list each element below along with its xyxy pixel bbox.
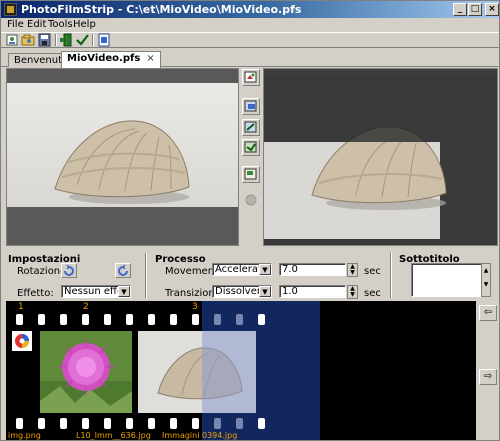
import-pictures-icon[interactable] [59, 33, 74, 47]
effect-select[interactable]: Nessun effetto ▼ [61, 285, 131, 298]
thumbnail-shell[interactable] [138, 331, 256, 413]
sprocket-hole [236, 314, 243, 325]
subtitle-scrollbar[interactable]: ▲ ▼ [481, 263, 491, 297]
copy-start-button[interactable] [242, 119, 260, 136]
preview-transition-button[interactable] [242, 69, 260, 86]
window-title: PhotoFilmStrip - C:\et\MioVideo\MioVideo… [21, 3, 302, 16]
transition-duration-input[interactable]: 1.0 [279, 285, 346, 298]
process-title: Processo [155, 254, 206, 265]
thumbnail-filename: img.png [8, 431, 41, 440]
sprocket-hole [170, 418, 177, 429]
sprocket-hole [38, 314, 45, 325]
section-divider [390, 253, 392, 298]
shell-image [47, 107, 197, 207]
sprocket-hole [214, 418, 221, 429]
effect-label: Effetto: [17, 288, 54, 299]
end-preview-pane[interactable] [263, 68, 498, 246]
render-film-icon[interactable] [97, 33, 112, 47]
start-preview-pane[interactable] [6, 68, 239, 246]
title-bar[interactable]: PhotoFilmStrip - C:\et\MioVideo\MioVideo… [1, 1, 499, 18]
movement-unit: sec [364, 266, 381, 277]
save-project-icon[interactable] [37, 33, 52, 47]
chevron-down-icon[interactable]: ▼ [118, 286, 130, 297]
swap-button[interactable] [242, 139, 260, 156]
lock-icon [242, 191, 260, 208]
tab-project-label: MioVideo.pfs [67, 53, 141, 64]
movement-select[interactable]: Accelerated ▼ [212, 263, 272, 276]
menu-file[interactable]: File [7, 18, 24, 31]
sprocket-hole [104, 314, 111, 325]
maximize-button[interactable]: □ [468, 3, 482, 16]
sprocket-hole [214, 314, 221, 325]
set-start-button[interactable] [242, 98, 260, 115]
toolbar-separator [55, 34, 57, 46]
chevron-down-icon[interactable]: ▼ [259, 286, 271, 297]
menu-bar: File Edit Tools Help [1, 18, 499, 31]
rotate-right-icon [118, 264, 128, 276]
sprocket-hole [60, 314, 67, 325]
open-project-icon[interactable] [21, 33, 36, 47]
sprocket-hole [126, 314, 133, 325]
transition-duration-value: 1.0 [282, 286, 298, 297]
rotate-left-button[interactable] [61, 263, 77, 278]
sprocket-hole [16, 314, 23, 325]
movement-duration-input[interactable]: 7.0 [279, 263, 346, 276]
sprocket-hole [104, 418, 111, 429]
tab-bar: Benvenuto MioVideo.pfs × [1, 51, 499, 68]
close-button[interactable]: × [485, 3, 499, 16]
thumbnail-filename: L10_Imm__636.jpg [76, 431, 151, 440]
render-check-icon[interactable] [75, 33, 90, 47]
frame-number: 1 [18, 302, 24, 312]
main-window: PhotoFilmStrip - C:\et\MioVideo\MioVideo… [0, 0, 500, 441]
frame-number: 3 [192, 302, 198, 312]
transition-select[interactable]: Dissolvenza ▼ [212, 285, 272, 298]
tab-project[interactable]: MioVideo.pfs × [61, 51, 161, 68]
menu-edit[interactable]: Edit [27, 18, 46, 31]
thumbnail-thistle[interactable] [40, 331, 132, 413]
sprocket-hole [82, 314, 89, 325]
subtitle-textarea[interactable] [411, 263, 491, 297]
thumbnail-logo[interactable] [12, 331, 32, 351]
sprocket-hole [148, 418, 155, 429]
sprocket-hole [16, 418, 23, 429]
rotate-left-icon [64, 264, 74, 276]
app-icon [4, 3, 17, 16]
new-project-icon[interactable] [5, 33, 20, 47]
section-divider [145, 253, 147, 298]
sprocket-hole [236, 418, 243, 429]
transition-spinner[interactable]: ▲ ▼ [347, 285, 358, 299]
chevron-down-icon[interactable]: ▼ [259, 264, 271, 275]
frame-number: 2 [83, 302, 89, 312]
sprocket-hole [258, 314, 265, 325]
sprocket-hole [192, 314, 199, 325]
transition-unit: sec [364, 288, 381, 299]
menu-help[interactable]: Help [73, 18, 96, 31]
sprocket-hole [60, 418, 67, 429]
movement-duration-value: 7.0 [282, 264, 298, 275]
sprocket-hole [148, 314, 155, 325]
tab-close-icon[interactable]: × [146, 53, 154, 64]
copy-end-button[interactable] [242, 166, 260, 183]
move-left-button[interactable]: ⇦ [479, 305, 497, 321]
toolbar-separator [92, 34, 94, 46]
rotate-right-button[interactable] [115, 263, 131, 278]
sprocket-hole [38, 418, 45, 429]
sprocket-hole [82, 418, 89, 429]
menu-tools[interactable]: Tools [48, 18, 73, 31]
move-right-button[interactable]: ⇨ [479, 369, 497, 385]
movement-spinner[interactable]: ▲ ▼ [347, 263, 358, 277]
minimize-button[interactable]: _ [453, 3, 467, 16]
sprocket-hole [170, 314, 177, 325]
film-strip[interactable]: 1 2 3 img.png L10_Imm__636.jpg Immagini … [6, 301, 476, 440]
thumbnail-filename: Immagini 0394.jpg [162, 431, 238, 440]
sprocket-hole [192, 418, 199, 429]
toolbar [1, 32, 499, 48]
sprocket-hole [258, 418, 265, 429]
sprocket-hole [126, 418, 133, 429]
